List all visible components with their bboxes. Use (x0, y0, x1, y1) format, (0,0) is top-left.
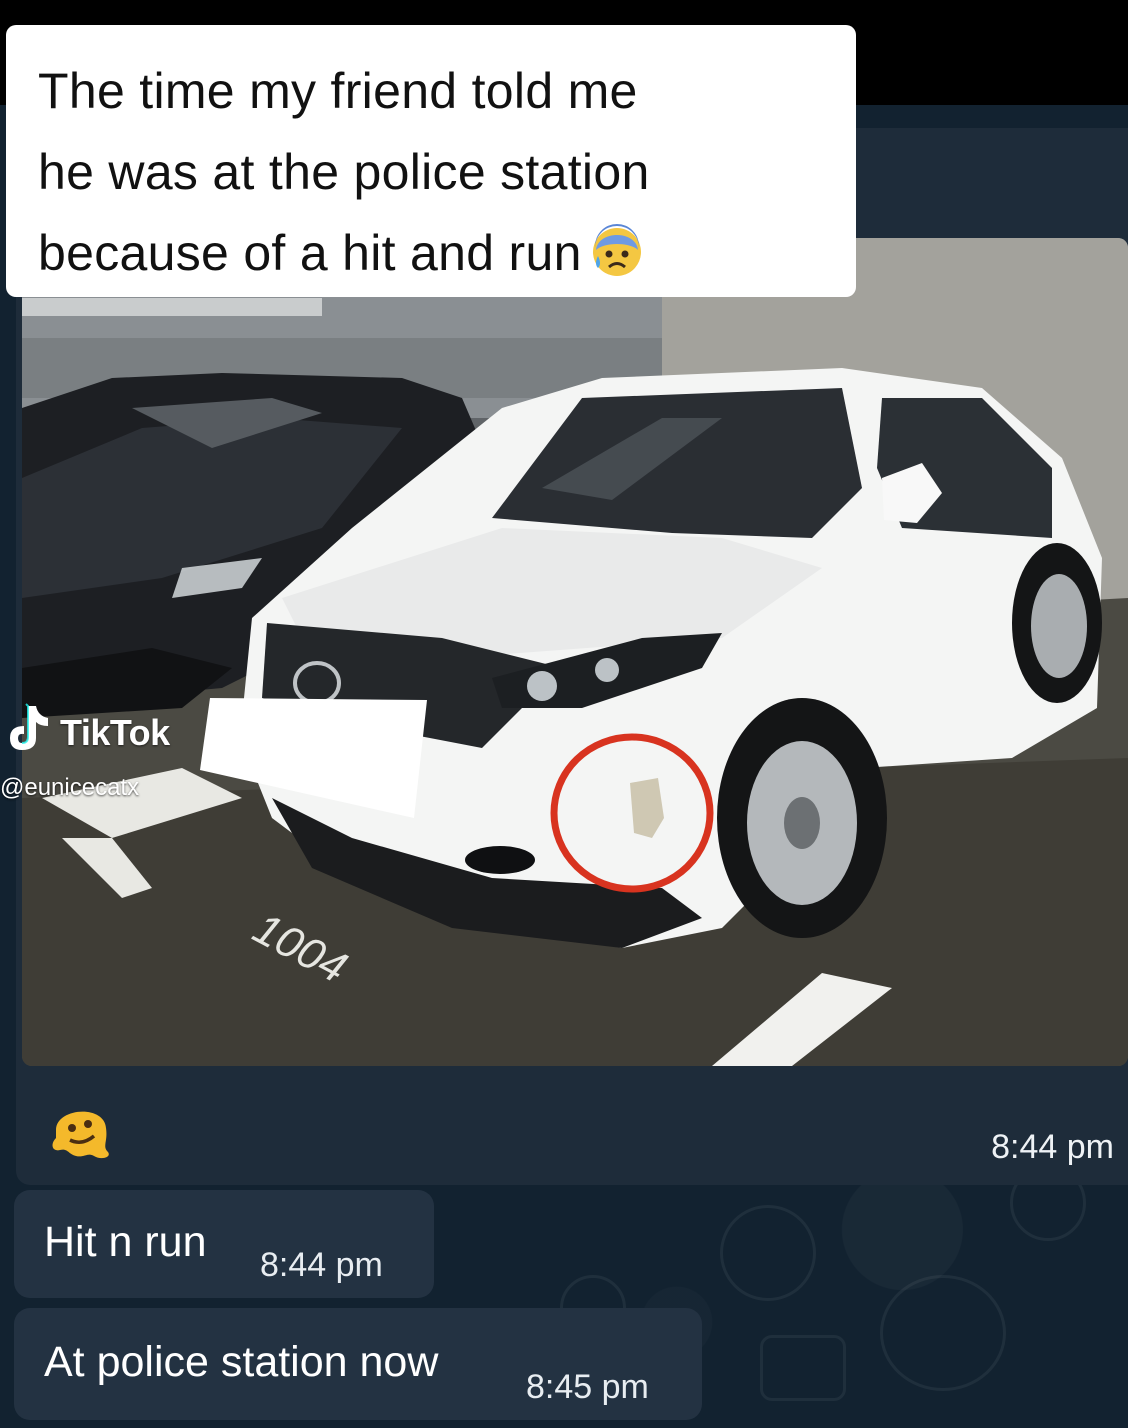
caption-line-2: he was at the police station (38, 144, 650, 200)
caption-line-3-text: because of a hit and run (38, 225, 582, 281)
tiktok-logo-icon (10, 703, 48, 750)
caption-line-1: The time my friend told me (38, 63, 638, 119)
caption-overlay: The time my friend told me he was at the… (6, 25, 856, 297)
car-photo-drawing: 1004 (22, 238, 1128, 1066)
message-bubble-police-station[interactable]: At police station now 8:45 pm (14, 1308, 702, 1420)
caption-line-3: because of a hit and run (38, 213, 836, 294)
photo-message-time: 8:44 pm (991, 1128, 1114, 1166)
anxious-face-icon (592, 224, 641, 276)
tiktok-watermark-handle: @eunicecatx (0, 774, 140, 801)
message-time: 8:44 pm (260, 1246, 383, 1284)
message-bubble-hit-n-run[interactable]: Hit n run 8:44 pm (14, 1190, 434, 1298)
melting-face-icon (52, 1111, 109, 1159)
message-text: Hit n run (44, 1218, 207, 1266)
message-text: At police station now (44, 1338, 439, 1386)
message-time: 8:45 pm (526, 1368, 649, 1406)
tiktok-watermark-name: TikTok (60, 712, 170, 753)
car-photo[interactable]: 1004 (22, 238, 1128, 1066)
